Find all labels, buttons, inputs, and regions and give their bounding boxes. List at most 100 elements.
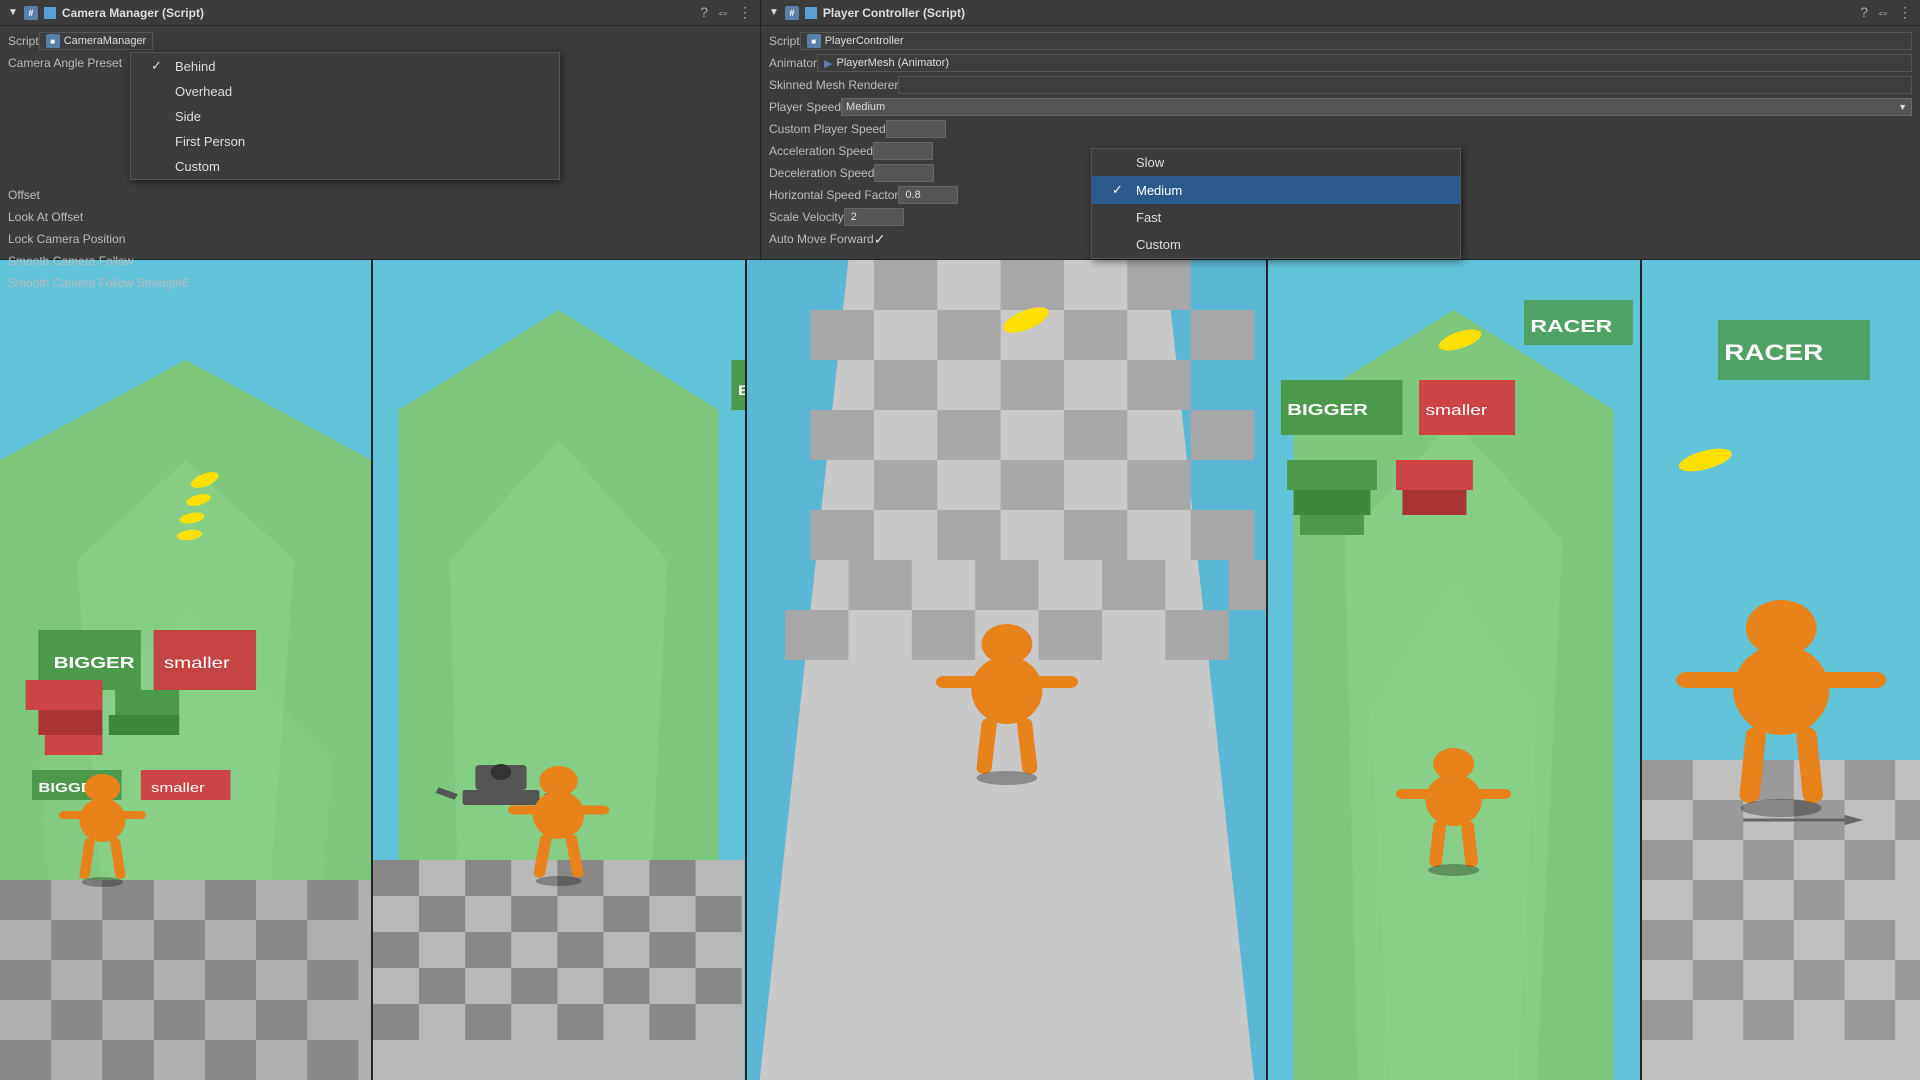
lock-camera-label: Lock Camera Position: [8, 232, 125, 246]
dropdown-item-firstperson[interactable]: First Person: [131, 129, 559, 154]
player-script-value: PlayerController: [825, 35, 904, 47]
player-speed-value: Medium: [846, 101, 885, 113]
player-speed-dropdown[interactable]: Slow ✓ Medium Fast Custom: [1091, 148, 1461, 259]
player-collapse-arrow[interactable]: ▼: [769, 7, 779, 18]
overhead-label: Overhead: [175, 84, 232, 99]
behind-label: Behind: [175, 59, 215, 74]
acceleration-value[interactable]: [873, 142, 933, 160]
animator-label: Animator: [769, 56, 817, 70]
svg-text:BIGGER: BIGGER: [54, 653, 135, 671]
camera-help-icon[interactable]: ?: [700, 4, 708, 21]
player-speed-arrow: ▼: [1898, 102, 1907, 112]
camera-script-icon: #: [24, 6, 38, 20]
animator-value-field[interactable]: ▶ PlayerMesh (Animator): [817, 54, 1912, 72]
skinned-mesh-row: Skinned Mesh Renderer: [761, 74, 1920, 96]
player-script-value-field[interactable]: ■ PlayerController: [800, 32, 1912, 50]
medium-label: Medium: [1136, 183, 1182, 198]
custom-speed-value[interactable]: [886, 120, 946, 138]
player-speed-row: Player Speed Medium ▼ Slow ✓ Medium: [761, 96, 1920, 118]
medium-checkmark: ✓: [1112, 182, 1128, 198]
player-more-icon[interactable]: ⋮: [1898, 4, 1912, 21]
custom-player-speed-row: Custom Player Speed: [761, 118, 1920, 140]
player-help-icon[interactable]: ?: [1860, 4, 1868, 21]
lock-camera-position-row: Lock Camera Position: [0, 228, 760, 250]
svg-text:smaller: smaller: [1426, 401, 1488, 418]
camera-panel-header: ▼ # Camera Manager (Script) ? ⇔ ⋮: [0, 0, 760, 26]
player-panel-title: Player Controller (Script): [823, 6, 965, 20]
player-checkbox[interactable]: [805, 7, 817, 19]
scale-velocity-value[interactable]: 2: [844, 208, 904, 226]
auto-move-toggle[interactable]: ✓: [874, 231, 886, 248]
svg-text:smaller: smaller: [164, 653, 230, 671]
camera-script-row: Script ■ CameraManager: [0, 30, 760, 52]
camera-more-icon[interactable]: ⋮: [738, 4, 752, 21]
horizontal-speed-value[interactable]: 0.8: [898, 186, 958, 204]
deceleration-speed-label: Deceleration Speed: [769, 166, 874, 180]
svg-text:BIGGER: BIGGER: [1288, 400, 1369, 418]
viewport-1: BIGGER smaller BIGGER smaller: [0, 260, 373, 1080]
dropdown-item-side[interactable]: Side: [131, 104, 559, 129]
dropdown-item-custom[interactable]: Custom: [131, 154, 559, 179]
dropdown-item-overhead[interactable]: Overhead: [131, 79, 559, 104]
offset-label: Offset: [8, 188, 40, 202]
animator-value: PlayerMesh (Animator): [837, 57, 949, 69]
look-at-offset-label: Look At Offset: [8, 210, 83, 224]
skinned-mesh-label: Skinned Mesh Renderer: [769, 78, 898, 92]
custom-speed-label: Custom: [1136, 237, 1181, 252]
auto-move-forward-label: Auto Move Forward: [769, 232, 874, 246]
viewport-3: [747, 260, 1269, 1080]
custom-player-speed-label: Custom Player Speed: [769, 122, 886, 136]
skinned-mesh-value-field[interactable]: [898, 76, 1912, 94]
path-svg-2: BIGGER smaller: [373, 260, 744, 1080]
speed-option-custom[interactable]: Custom: [1092, 231, 1460, 258]
camera-layout-icon[interactable]: ⇔: [716, 4, 730, 21]
slow-label: Slow: [1136, 155, 1164, 170]
panel-collapse-arrow[interactable]: ▼: [8, 7, 18, 18]
firstperson-label: First Person: [175, 134, 245, 149]
camera-checkbox[interactable]: [44, 7, 56, 19]
viewport-4: BIGGER smaller RACER: [1268, 260, 1641, 1080]
smooth-camera-label: Smooth Camera Follow: [8, 254, 133, 268]
camera-script-label: Script: [8, 34, 39, 48]
camera-script-field[interactable]: ■ CameraManager: [39, 32, 154, 50]
camera-angle-label: Camera Angle Preset: [8, 56, 122, 70]
offset-row: Offset: [0, 184, 760, 206]
svg-text:smaller: smaller: [151, 781, 205, 796]
speed-option-medium[interactable]: ✓ Medium: [1092, 176, 1460, 204]
camera-angle-dropdown[interactable]: ✓ Behind Overhead Side First Person: [130, 52, 560, 180]
path-svg-5: RACER: [1642, 260, 1920, 1080]
dropdown-item-behind[interactable]: ✓ Behind: [131, 53, 559, 79]
animator-row: Animator ▶ PlayerMesh (Animator): [761, 52, 1920, 74]
animator-icon: ▶: [824, 57, 832, 70]
scale-velocity-label: Scale Velocity: [769, 210, 844, 224]
player-controller-panel: ▼ # Player Controller (Script) ? ⇔ ⋮ Scr…: [760, 0, 1920, 260]
player-panel-content: Script ■ PlayerController Animator ▶ Pla…: [761, 26, 1920, 254]
player-panel-header: ▼ # Player Controller (Script) ? ⇔ ⋮: [761, 0, 1920, 26]
smooth-camera-strength-value: 6: [182, 276, 189, 290]
fast-label: Fast: [1136, 210, 1161, 225]
path-svg-4: BIGGER smaller RACER: [1268, 260, 1639, 1080]
player-layout-icon[interactable]: ⇔: [1876, 4, 1890, 21]
horizontal-speed-label: Horizontal Speed Factor: [769, 188, 898, 202]
svg-text:RACER: RACER: [1724, 341, 1823, 366]
player-script-icon-small: ■: [807, 34, 821, 48]
camera-panel-content: Script ■ CameraManager Camera Angle Pres…: [0, 26, 760, 298]
deceleration-value[interactable]: [874, 164, 934, 182]
camera-angle-preset-row: Camera Angle Preset ✓ Behind Overhead Si…: [0, 52, 760, 74]
svg-text:BIGGER: BIGGER: [738, 383, 744, 399]
camera-manager-panel: ▼ # Camera Manager (Script) ? ⇔ ⋮ Script…: [0, 0, 760, 260]
speed-option-fast[interactable]: Fast: [1092, 204, 1460, 231]
player-script-icon: #: [785, 6, 799, 20]
viewports-container: BIGGER smaller BIGGER smaller: [0, 260, 1920, 1080]
speed-option-slow[interactable]: Slow: [1092, 149, 1460, 176]
player-fields: Script ■ PlayerController Animator ▶ Pla…: [761, 30, 1920, 250]
behind-checkmark: ✓: [151, 58, 167, 74]
custom-label: Custom: [175, 159, 220, 174]
viewport-2: BIGGER smaller: [373, 260, 746, 1080]
acceleration-speed-label: Acceleration Speed: [769, 144, 873, 158]
smooth-camera-strength-row: Smooth Camera Follow Strength 6: [0, 272, 760, 294]
path-svg-1: BIGGER smaller BIGGER smaller: [0, 260, 371, 1080]
player-speed-dropdown-trigger[interactable]: Medium ▼: [841, 98, 1912, 116]
player-panel-icons: ? ⇔ ⋮: [1860, 4, 1912, 21]
player-script-row: Script ■ PlayerController: [761, 30, 1920, 52]
